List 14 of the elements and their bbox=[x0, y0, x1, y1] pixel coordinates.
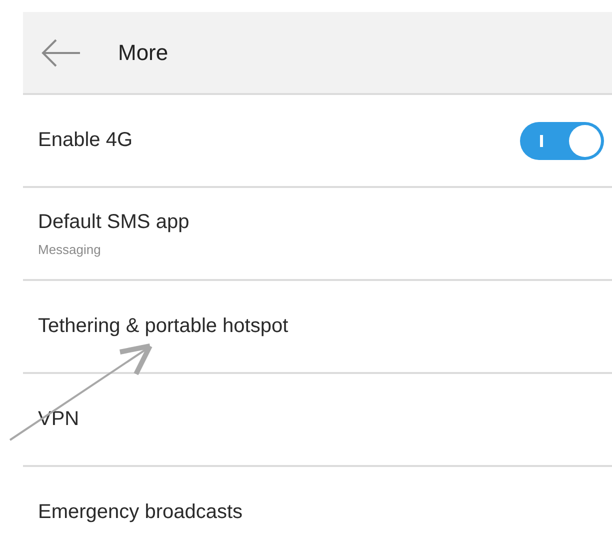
back-arrow-icon[interactable] bbox=[40, 38, 82, 68]
settings-item[interactable]: Tethering & portable hotspot bbox=[23, 281, 612, 374]
settings-item[interactable]: Emergency broadcasts bbox=[23, 467, 612, 555]
item-label: Emergency broadcasts bbox=[38, 501, 243, 524]
item-summary: Messaging bbox=[38, 242, 102, 256]
item-label: Default SMS app bbox=[38, 210, 190, 234]
page-title: More bbox=[118, 40, 168, 66]
item-label: Tethering & portable hotspot bbox=[38, 315, 288, 338]
settings-item[interactable]: Default SMS app Messaging bbox=[23, 188, 612, 281]
toggle-switch[interactable] bbox=[520, 122, 604, 160]
item-label: VPN bbox=[38, 408, 80, 431]
item-label: Enable 4G bbox=[38, 129, 133, 152]
settings-item[interactable]: VPN bbox=[23, 374, 612, 467]
settings-item[interactable]: Enable 4G bbox=[23, 95, 612, 188]
